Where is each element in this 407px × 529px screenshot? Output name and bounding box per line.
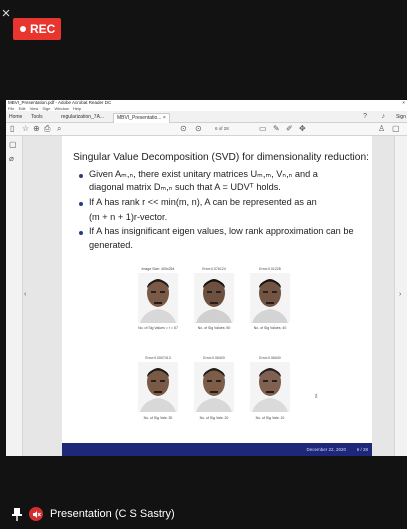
attachment-icon[interactable]: ⌀ xyxy=(9,154,14,163)
window-title: MBVI_Presentation.pdf - Adobe Acrobat Re… xyxy=(8,100,112,105)
upload-icon[interactable]: ⊕ xyxy=(33,124,40,134)
bell-icon[interactable]: ♪ xyxy=(382,113,386,120)
expand-right-icon[interactable]: › xyxy=(399,291,401,298)
face-caption: No. of Sig Vals: 10 xyxy=(255,416,285,420)
footer-page-number: 6 / 28 xyxy=(356,447,368,452)
collapse-left-icon[interactable]: ‹ xyxy=(24,291,26,298)
share-icon[interactable]: ✥ xyxy=(299,124,306,134)
tab-mbvi-presentation[interactable]: MBVI_Presentatio... × xyxy=(113,113,170,123)
page-up-icon[interactable]: ⊙ xyxy=(180,124,187,134)
face-label: Error:0.0007413 xyxy=(145,356,171,360)
sign-in-link[interactable]: Sign xyxy=(396,114,406,120)
face-caption: No. of Sig Values: 40 xyxy=(253,326,287,330)
page-indicator[interactable]: 6 of 28 xyxy=(215,125,229,133)
face-image xyxy=(194,362,234,412)
bookmark-star-icon[interactable]: ☆ xyxy=(22,124,29,134)
pen-icon[interactable]: ✎ xyxy=(273,124,280,134)
comment-panel-icon[interactable]: ▢ xyxy=(392,124,400,134)
face-caption: No. of Sig Values = r = 57 xyxy=(138,326,178,330)
face-image xyxy=(250,273,290,323)
bullet-1-line-1: Given Aₘ,ₙ, there exist unitary matrices… xyxy=(89,169,318,179)
slide: Singular Value Decomposition (SVD) for d… xyxy=(62,136,372,456)
close-icon[interactable]: × xyxy=(0,6,12,21)
bullet-1-dot xyxy=(79,174,83,178)
bullet-3-line-1: If A has insignificant eigen values, low… xyxy=(89,226,354,236)
footer-date: December 22, 2020 xyxy=(306,447,346,452)
create-icon[interactable]: ▯ xyxy=(10,124,14,134)
face-caption: No. of Sig Values: 50 xyxy=(197,326,231,330)
face-caption: No. of Sig Vals: 30 xyxy=(143,416,173,420)
slide-footer: December 22, 2020 6 / 28 xyxy=(62,443,372,456)
presenter-name: Presentation (C S Sastry) xyxy=(50,508,175,520)
acrobat-window: MBVI_Presentation.pdf - Adobe Acrobat Re… xyxy=(6,100,407,456)
tab-regularization[interactable]: regularization_7A... xyxy=(58,113,107,122)
pages-icon[interactable]: ▢ xyxy=(9,140,17,149)
comment-icon[interactable]: ▭ xyxy=(259,124,267,134)
highlight-icon[interactable]: ✐ xyxy=(286,124,293,134)
page-down-icon[interactable]: ⊙ xyxy=(195,124,202,134)
help-icon[interactable]: ? xyxy=(363,113,367,120)
face-image xyxy=(138,362,178,412)
right-panel: › xyxy=(394,136,407,456)
bullet-2-line-1: If A has rank r << min(m, n), A can be r… xyxy=(89,197,317,207)
tab-home[interactable]: Home xyxy=(6,113,25,122)
mute-icon[interactable] xyxy=(29,507,43,521)
face-label: Error:0.01228 xyxy=(259,267,281,271)
face-label: Error:0.076124 xyxy=(202,267,226,271)
bullet-3-line-2: generated. xyxy=(89,240,133,250)
bullet-3-dot xyxy=(79,231,83,235)
tab-tools[interactable]: Tools xyxy=(28,113,46,122)
left-panel: ▢ ⌀ ‹ xyxy=(6,136,26,456)
toolbar: ▯ ☆ ⊕ ⎙ ⌕ ⊙ ⊙ 6 of 28 ▭ ✎ ✐ ✥ ♙ ▢ xyxy=(6,123,407,136)
pin-icon[interactable] xyxy=(12,507,22,521)
record-dot-icon xyxy=(20,26,26,32)
print-icon[interactable]: ⎙ xyxy=(44,124,50,134)
tab-bar: Home Tools regularization_7A... MBVI_Pre… xyxy=(6,111,407,123)
face-label: Error:0.06040 xyxy=(259,356,281,360)
bullet-2-line-2: (m + n + 1)r-vector. xyxy=(89,212,168,222)
face-label: Image Size: 400x254 xyxy=(141,267,175,271)
rec-indicator: REC xyxy=(13,18,61,40)
face-image xyxy=(138,273,178,323)
mouse-cursor-icon: ♁ xyxy=(313,391,319,400)
face-image xyxy=(194,273,234,323)
presenter-bar: Presentation (C S Sastry) xyxy=(12,506,175,522)
rec-label: REC xyxy=(30,22,56,36)
search-icon[interactable]: ⌕ xyxy=(57,124,61,134)
bullet-2-dot xyxy=(79,202,83,206)
face-label: Error:0.06403 xyxy=(203,356,225,360)
share-user-icon[interactable]: ♙ xyxy=(378,124,385,134)
face-image xyxy=(250,362,290,412)
slide-title: Singular Value Decomposition (SVD) for d… xyxy=(73,152,369,163)
bullet-1-line-2: diagonal matrix Dₘ,ₙ such that A = UDVᵀ … xyxy=(89,182,281,192)
face-caption: No. of Sig Vals: 20 xyxy=(199,416,229,420)
